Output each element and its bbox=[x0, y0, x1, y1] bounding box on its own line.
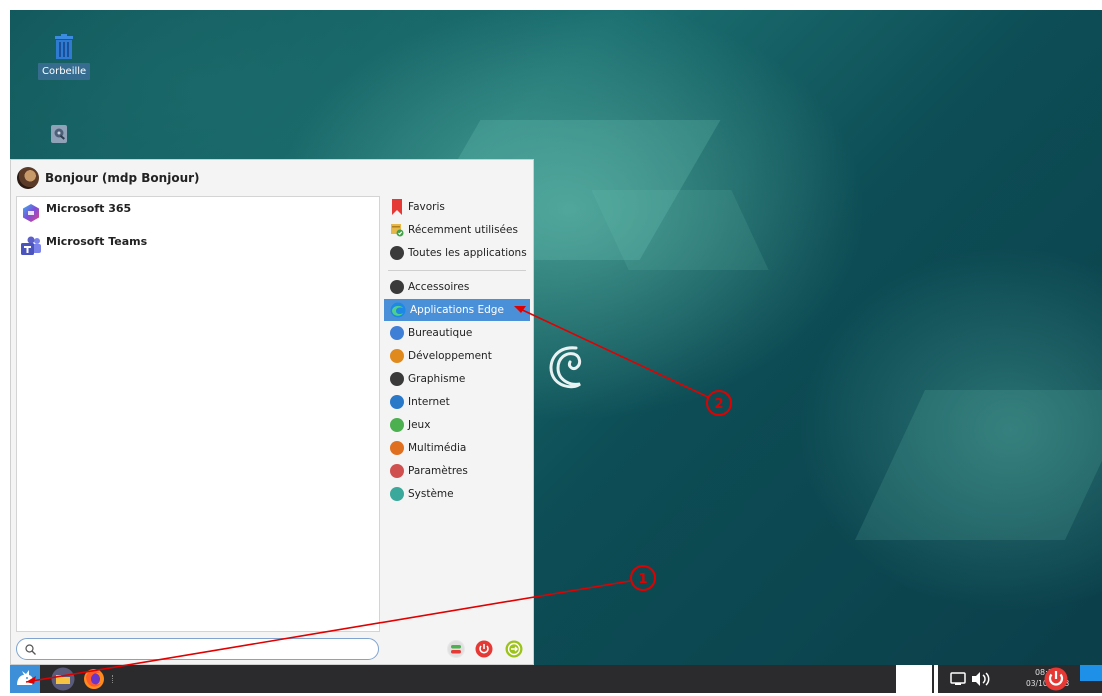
power-button[interactable] bbox=[475, 640, 493, 658]
development-icon bbox=[390, 349, 404, 363]
category-label: Paramètres bbox=[408, 465, 468, 477]
app-item-microsoft-teams[interactable]: Microsoft Teams bbox=[20, 235, 147, 257]
desktop-icon-drive[interactable] bbox=[50, 124, 68, 147]
folder-icon bbox=[51, 667, 75, 691]
settings-toggle-button[interactable] bbox=[447, 640, 465, 658]
desktop-icon-label: Corbeille bbox=[38, 63, 91, 80]
category-graphisme[interactable]: Graphisme bbox=[384, 368, 530, 390]
user-name: Bonjour (mdp Bonjour) bbox=[45, 171, 200, 185]
volume-icon[interactable] bbox=[970, 671, 996, 687]
graphics-icon bbox=[390, 372, 404, 386]
category-label: Récemment utilisées bbox=[408, 224, 518, 236]
category-label: Favoris bbox=[408, 201, 445, 213]
avatar[interactable] bbox=[17, 167, 39, 189]
apps-list: Microsoft 365 Microsoft Teams bbox=[16, 196, 380, 632]
system-icon bbox=[390, 487, 404, 501]
category-favoris[interactable]: Favoris bbox=[384, 196, 530, 218]
category-jeux[interactable]: Jeux bbox=[384, 414, 530, 436]
tray-window-button[interactable] bbox=[896, 665, 932, 693]
category-label: Accessoires bbox=[408, 281, 470, 293]
category-accessoires[interactable]: Accessoires bbox=[384, 276, 530, 298]
desktop-icon-trash[interactable]: Corbeille bbox=[38, 34, 91, 80]
category-label: Internet bbox=[408, 396, 450, 408]
multimedia-icon bbox=[390, 441, 404, 455]
firefox-button[interactable] bbox=[82, 667, 106, 691]
category-label: Jeux bbox=[408, 419, 431, 431]
office-icon bbox=[390, 326, 404, 340]
menu-launcher-button[interactable] bbox=[10, 665, 40, 693]
application-menu: Bonjour (mdp Bonjour) Microsoft 365 Micr… bbox=[10, 159, 534, 665]
settings-toggle-icon bbox=[448, 641, 464, 657]
network-icon[interactable] bbox=[950, 672, 966, 686]
category-separator bbox=[388, 270, 526, 271]
power-icon bbox=[475, 640, 493, 658]
category-label: Toutes les applications bbox=[408, 247, 527, 259]
category-internet[interactable]: Internet bbox=[384, 391, 530, 413]
games-icon bbox=[390, 418, 404, 432]
logout-icon bbox=[505, 640, 523, 658]
internet-icon bbox=[390, 395, 404, 409]
category-applications-edge[interactable]: Applications Edge bbox=[384, 299, 530, 321]
debian-logo-icon bbox=[549, 346, 582, 389]
category-bureautique[interactable]: Bureautique bbox=[384, 322, 530, 344]
app-item-microsoft-365[interactable]: Microsoft 365 bbox=[20, 202, 131, 224]
category-label: Système bbox=[408, 488, 454, 500]
category-developpement[interactable]: Développement bbox=[384, 345, 530, 367]
bookmark-icon bbox=[392, 199, 402, 215]
tray-divider bbox=[934, 665, 938, 693]
category-label: Développement bbox=[408, 350, 492, 362]
menu-header: Bonjour (mdp Bonjour) bbox=[17, 166, 200, 190]
wallpaper-shard bbox=[855, 390, 1102, 540]
firefox-icon bbox=[84, 669, 104, 689]
category-label: Bureautique bbox=[408, 327, 473, 339]
category-label: Applications Edge bbox=[410, 304, 504, 316]
all-apps-icon bbox=[390, 246, 404, 260]
recent-icon bbox=[391, 224, 404, 237]
search-box[interactable] bbox=[16, 638, 379, 660]
show-desktop-button[interactable] bbox=[1080, 665, 1102, 681]
category-systeme[interactable]: Système bbox=[384, 483, 530, 505]
accessories-icon bbox=[390, 280, 404, 294]
taskbar-separator bbox=[112, 675, 115, 683]
category-parametres[interactable]: Paramètres bbox=[384, 460, 530, 482]
edge-icon bbox=[390, 302, 406, 318]
app-item-label: Microsoft 365 bbox=[46, 202, 132, 215]
app-item-label: Microsoft Teams bbox=[46, 235, 148, 248]
search-icon bbox=[25, 643, 36, 655]
category-label: Graphisme bbox=[408, 373, 466, 385]
microsoft-teams-icon bbox=[21, 236, 41, 255]
category-recent[interactable]: Récemment utilisées bbox=[384, 219, 530, 241]
trash-icon bbox=[55, 34, 73, 59]
search-input[interactable] bbox=[40, 642, 360, 656]
settings-icon bbox=[390, 464, 404, 478]
power-tray-icon[interactable] bbox=[1044, 667, 1068, 691]
category-multimedia[interactable]: Multimédia bbox=[384, 437, 530, 459]
category-all-apps[interactable]: Toutes les applications bbox=[384, 242, 530, 264]
category-label: Multimédia bbox=[408, 442, 467, 454]
category-pane: Favoris Récemment utilisées Toutes les a… bbox=[384, 196, 530, 506]
file-manager-button[interactable] bbox=[50, 667, 76, 691]
microsoft-365-icon bbox=[23, 204, 39, 222]
drive-icon bbox=[51, 125, 67, 143]
menu-launcher-icon bbox=[17, 670, 33, 685]
taskbar: 08:10 03/10/2023 bbox=[10, 665, 1102, 693]
logout-button[interactable] bbox=[505, 640, 523, 658]
